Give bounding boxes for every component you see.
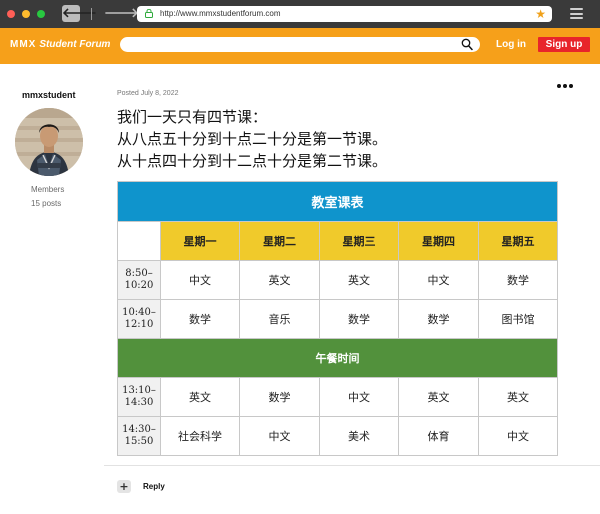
address-bar[interactable]: http://www.mmxstudentforum.com ★ bbox=[137, 6, 552, 22]
class-cell: 社会科学 bbox=[160, 416, 240, 456]
class-cell: 数学 bbox=[239, 377, 320, 417]
author-avatar[interactable] bbox=[15, 108, 83, 176]
class-cell: 图书馆 bbox=[477, 299, 559, 339]
browser-menu-icon[interactable] bbox=[570, 8, 583, 19]
table-row: 14:30– 15:50 社会科学 中文 美术 体育 中文 bbox=[117, 416, 559, 456]
brand-name: Student Forum bbox=[39, 39, 111, 50]
author-role: Members bbox=[31, 185, 65, 194]
time-slot: 13:10– 14:30 bbox=[117, 377, 161, 417]
class-cell: 中文 bbox=[398, 260, 479, 300]
search-input[interactable] bbox=[120, 37, 480, 52]
class-cell: 数学 bbox=[319, 299, 399, 339]
post-divider bbox=[104, 465, 600, 466]
reply-plus-icon[interactable]: + bbox=[117, 480, 131, 493]
back-arrow-icon[interactable]: 🡐 bbox=[62, 5, 97, 22]
day-header-tuesday: 星期二 bbox=[239, 221, 320, 261]
post-line: 从八点五十分到十点二十分是第一节课。 bbox=[117, 130, 388, 148]
post-options-icon[interactable] bbox=[556, 82, 574, 90]
time-slot: 10:40– 12:10 bbox=[117, 299, 161, 339]
forward-arrow-icon[interactable]: 🡒 bbox=[104, 5, 139, 22]
maximize-window-icon[interactable] bbox=[37, 10, 45, 18]
timetable-title: 教室课表 bbox=[116, 181, 559, 222]
class-cell: 体育 bbox=[398, 416, 479, 456]
class-cell: 中文 bbox=[160, 260, 240, 300]
class-cell: 中文 bbox=[239, 416, 320, 456]
forum-logo[interactable]: MMX Student Forum bbox=[10, 39, 110, 51]
class-cell: 美术 bbox=[319, 416, 399, 456]
reply-button[interactable]: Reply bbox=[143, 482, 165, 491]
table-row: 10:40– 12:10 数学 音乐 数学 数学 图书馆 bbox=[117, 299, 559, 339]
login-link[interactable]: Log in bbox=[496, 39, 526, 51]
class-cell: 数学 bbox=[160, 299, 240, 339]
class-cell: 音乐 bbox=[239, 299, 320, 339]
brand-mark: MMX bbox=[10, 39, 37, 50]
table-row: 13:10– 14:30 英文 数学 中文 英文 英文 bbox=[117, 377, 559, 417]
browser-chrome: 🡐 🡒 http://www.mmxstudentforum.com ★ bbox=[0, 0, 600, 28]
day-header-wednesday: 星期三 bbox=[319, 221, 399, 261]
signup-button[interactable]: Sign up bbox=[538, 37, 590, 52]
post-body: 我们一天只有四节课： 从八点五十分到十点二十分是第一节课。 从十点四十分到十二点… bbox=[117, 106, 387, 172]
class-cell: 中文 bbox=[477, 416, 559, 456]
class-cell: 中文 bbox=[319, 377, 399, 417]
lunch-break-row: 午餐时间 bbox=[116, 338, 559, 378]
day-header-friday: 星期五 bbox=[477, 221, 559, 261]
nav-divider bbox=[91, 8, 92, 20]
day-header-monday: 星期一 bbox=[160, 221, 240, 261]
class-cell: 英文 bbox=[398, 377, 479, 417]
close-window-icon[interactable] bbox=[7, 10, 15, 18]
timetable-corner-cell bbox=[117, 221, 161, 261]
minimize-window-icon[interactable] bbox=[22, 10, 30, 18]
avatar-photo bbox=[15, 108, 83, 176]
class-cell: 英文 bbox=[477, 377, 559, 417]
forum-header: MMX Student Forum Log in Sign up bbox=[0, 28, 600, 64]
class-timetable: 教室课表 星期一 星期二 星期三 星期四 星期五 8:50– 10:20 中文 英… bbox=[116, 181, 559, 456]
post-line: 我们一天只有四节课： bbox=[117, 108, 268, 126]
day-header-thursday: 星期四 bbox=[398, 221, 479, 261]
class-cell: 英文 bbox=[239, 260, 320, 300]
time-slot: 14:30– 15:50 bbox=[117, 416, 161, 456]
author-post-count: 15 posts bbox=[31, 199, 62, 208]
table-row: 8:50– 10:20 中文 英文 英文 中文 数学 bbox=[117, 260, 559, 300]
post-line: 从十点四十分到十二点十分是第二节课。 bbox=[117, 152, 388, 170]
search-icon[interactable] bbox=[461, 38, 473, 51]
address-bar-url: http://www.mmxstudentforum.com bbox=[160, 9, 281, 18]
time-slot: 8:50– 10:20 bbox=[117, 260, 161, 300]
post-timestamp: Posted July 8, 2022 bbox=[117, 90, 179, 97]
class-cell: 数学 bbox=[398, 299, 479, 339]
class-cell: 英文 bbox=[319, 260, 399, 300]
bookmark-star-icon[interactable]: ★ bbox=[535, 7, 546, 21]
class-cell: 数学 bbox=[477, 260, 559, 300]
class-cell: 英文 bbox=[160, 377, 240, 417]
secure-lock-icon bbox=[145, 9, 153, 18]
author-username[interactable]: mmxstudent bbox=[22, 90, 76, 100]
